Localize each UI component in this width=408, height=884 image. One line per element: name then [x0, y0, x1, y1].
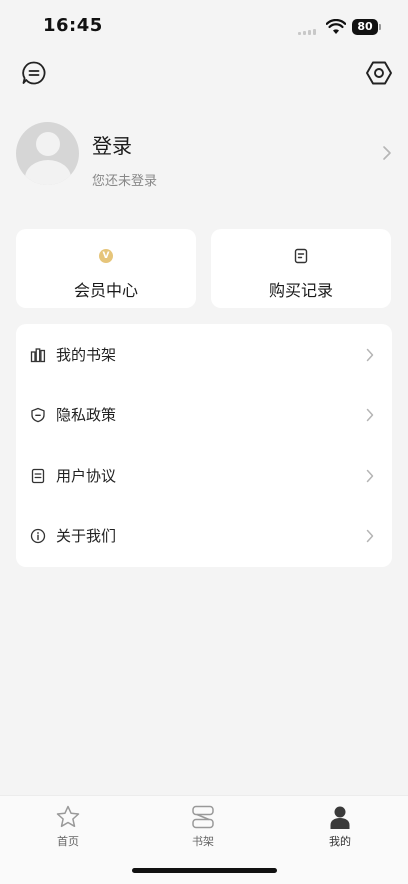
menu-item-about-us[interactable]: 关于我们 — [16, 506, 392, 566]
settings-button[interactable] — [364, 58, 394, 88]
login-title[interactable]: 登录 — [92, 130, 132, 159]
tab-label-bookshelf: 书架 — [192, 835, 214, 848]
signal-icon — [298, 27, 320, 35]
avatar[interactable] — [16, 122, 79, 185]
home-indicator — [132, 868, 277, 873]
vip-badge: V — [99, 249, 113, 263]
menu-item-bookshelf[interactable]: 我的书架 — [16, 325, 392, 385]
info-icon — [30, 528, 46, 544]
shield-icon — [31, 407, 45, 423]
person-icon — [330, 806, 350, 829]
tab-mine[interactable]: 我的 — [300, 804, 380, 852]
chevron-right-icon — [366, 408, 374, 422]
star-icon — [56, 805, 80, 828]
login-row[interactable]: 登录 您还未登录 — [16, 120, 392, 190]
menu-item-privacy[interactable]: 隐私政策 — [16, 385, 392, 445]
chevron-right-icon — [366, 348, 374, 362]
tab-bookshelf[interactable]: 书架 — [163, 804, 243, 852]
message-icon — [22, 61, 46, 85]
purchase-history-card[interactable]: 购买记录 — [211, 229, 391, 308]
menu-label-about-us: 关于我们 — [56, 527, 117, 545]
vip-center-card[interactable]: V 会员中心 — [16, 229, 196, 308]
menu-label-user-agreement: 用户协议 — [56, 467, 117, 485]
chevron-right-icon — [366, 529, 374, 543]
tab-label-mine: 我的 — [329, 835, 351, 848]
tab-home[interactable]: 首页 — [28, 804, 108, 852]
purchase-history-label: 购买记录 — [268, 281, 333, 300]
avatar-head — [36, 132, 60, 156]
status-time: 16:45 — [43, 15, 103, 36]
books-icon — [192, 805, 214, 829]
message-button[interactable] — [20, 59, 48, 87]
wifi-icon — [326, 19, 346, 34]
document-icon — [294, 248, 308, 264]
document-icon — [31, 468, 45, 484]
settings-hexagon-icon — [366, 61, 392, 85]
menu-label-bookshelf: 我的书架 — [56, 346, 117, 364]
menu-item-user-agreement[interactable]: 用户协议 — [16, 446, 392, 506]
status-bar: 16:45 80 — [0, 0, 408, 56]
battery-indicator: 80 — [352, 19, 378, 35]
bookshelf-icon — [30, 348, 46, 363]
tab-label-home: 首页 — [57, 835, 79, 848]
battery-cap — [379, 24, 381, 30]
menu-label-privacy: 隐私政策 — [56, 406, 117, 424]
login-subtitle: 您还未登录 — [92, 174, 158, 189]
vip-badge-icon: V — [98, 248, 114, 264]
menu-list: 我的书架 隐私政策 用户协议 关于我们 — [16, 324, 392, 567]
vip-center-label: 会员中心 — [73, 281, 138, 300]
chevron-right-icon — [366, 469, 374, 483]
avatar-body — [25, 160, 71, 185]
chevron-right-icon — [383, 146, 391, 160]
